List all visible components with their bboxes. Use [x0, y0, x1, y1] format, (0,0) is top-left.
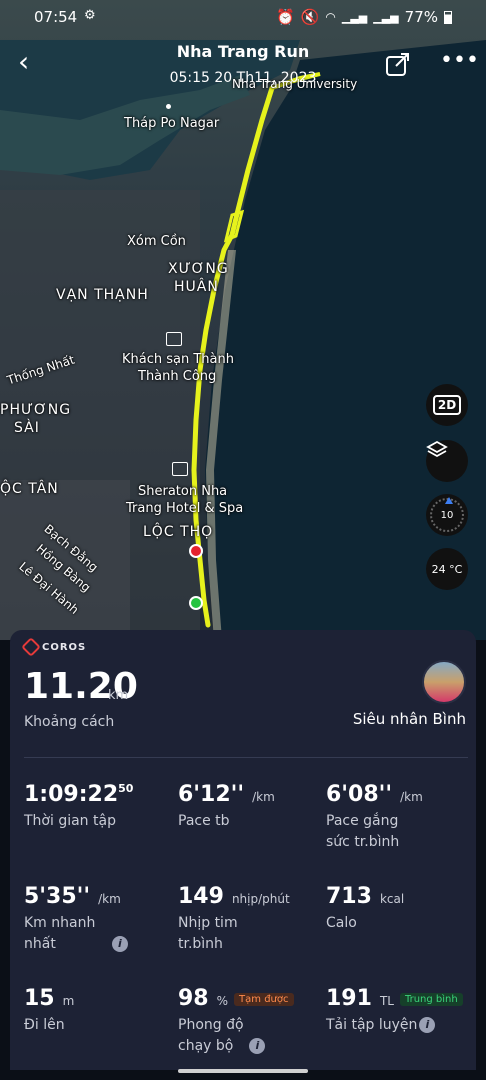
signal-icon: ▁▃▅ — [373, 10, 399, 24]
status-badge: Trung bình — [399, 992, 463, 1006]
map-label: ỘC TÂN — [0, 481, 59, 497]
map-label: XƯƠNG — [168, 261, 229, 277]
settings-icon: ⚙ — [84, 8, 96, 23]
battery-percent: 77% — [404, 8, 438, 26]
more-options-button[interactable]: ••• — [440, 50, 479, 78]
map-label: Sheraton Nha — [138, 484, 228, 499]
user-name[interactable]: Siêu nhân Bình — [353, 710, 466, 728]
map-label: LỘC THỌ — [143, 524, 214, 540]
place-dot-icon — [166, 104, 171, 109]
activity-summary-card: COROS 11.20 km Khoảng cách Siêu nhân Bìn… — [10, 630, 476, 1070]
route-map[interactable]: Nha Trang University Tháp Po Nagar Xóm C… — [0, 0, 486, 640]
end-marker — [189, 544, 203, 558]
share-icon[interactable] — [384, 50, 412, 78]
metric-avg-pace: 6'12''/km Pace tb — [178, 782, 275, 829]
temperature-button[interactable]: 24 °C — [426, 548, 468, 590]
metric-fastest-km: 5'35''/km Km nhanh nhất i — [24, 884, 128, 955]
avatar[interactable] — [422, 660, 466, 704]
map-label: Khách sạn Thành — [122, 352, 234, 367]
view-mode-button[interactable]: 2D — [426, 384, 468, 426]
metric-duration: 1:09:2250 Thời gian tập — [24, 782, 134, 829]
map-label: Tháp Po Nagar — [124, 116, 220, 131]
map-layers-button[interactable] — [426, 440, 468, 482]
hotel-icon[interactable] — [166, 332, 182, 346]
divider — [24, 757, 468, 758]
coros-logo-icon — [21, 637, 41, 657]
hotel-icon[interactable] — [172, 462, 188, 476]
alarm-icon: ⏰ — [276, 8, 295, 26]
activity-title: Nha Trang Run — [176, 42, 310, 61]
distance-label: Khoảng cách — [24, 714, 115, 730]
brand-logo: COROS — [21, 637, 86, 657]
home-indicator[interactable] — [178, 1069, 308, 1073]
map-label: Xóm Cồn — [127, 234, 186, 249]
metric-calories: 713 kcal Calo — [326, 884, 405, 931]
signal-icon: ▁▃▅ — [341, 10, 368, 24]
activity-date: 05:15 20 Th11, 2023 — [169, 70, 317, 86]
battery-icon — [444, 10, 452, 24]
status-bar: 07:54 ⚙ ⏰ 🔇 ◠ ▁▃▅ ▁▃▅ 77% — [0, 0, 486, 34]
distance-unit: km — [108, 688, 129, 703]
map-label: Trang Hotel & Spa — [126, 501, 244, 516]
info-icon[interactable]: i — [111, 936, 128, 952]
map-label: HUÂN — [174, 279, 219, 295]
status-badge: Tạm được — [234, 992, 294, 1006]
layers-icon — [426, 440, 448, 458]
metric-avg-heart-rate: 149 nhịp/phút Nhịp tim tr.bình — [178, 884, 290, 952]
info-icon[interactable]: i — [419, 1017, 436, 1033]
map-label: SÀI — [14, 420, 40, 436]
compass-button[interactable]: 10 — [426, 494, 468, 536]
map-label: Thành Công — [138, 369, 217, 384]
start-marker — [189, 596, 203, 610]
metric-effort-pace: 6'08''/km Pace gắng sức tr.bình — [326, 782, 423, 850]
metric-elevation-gain: 15 m Đi lên — [24, 986, 75, 1033]
metric-training-load: 191 TL Trung bình Tải tập luyện i — [326, 986, 463, 1036]
map-label: PHƯƠNG — [0, 402, 72, 418]
compass-icon: 10 — [430, 497, 464, 532]
map-label: VẠN THẠNH — [56, 287, 149, 303]
status-time: 07:54 — [34, 8, 78, 26]
metric-running-form: 98% Tạm được Phong độ chạy bộ i — [178, 986, 294, 1057]
mute-icon: 🔇 — [300, 8, 320, 26]
info-icon[interactable]: i — [249, 1038, 266, 1054]
wifi-icon: ◠ — [325, 10, 336, 24]
